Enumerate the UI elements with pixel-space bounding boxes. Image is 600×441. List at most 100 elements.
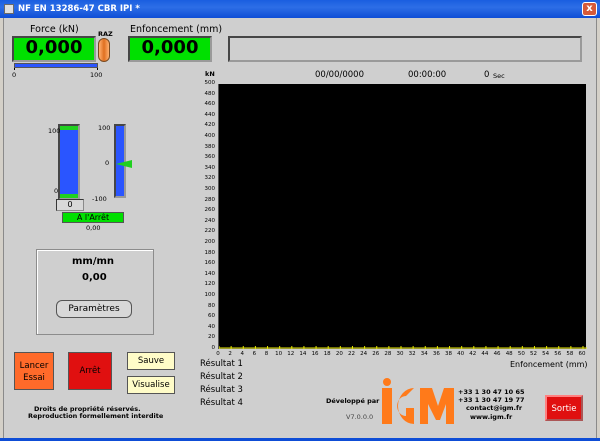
x-tick-label: 42 bbox=[469, 351, 477, 357]
plot-y-unit: kN bbox=[205, 70, 215, 78]
save-button[interactable]: Sauve bbox=[127, 352, 175, 370]
gauge-right-pointer[interactable] bbox=[116, 160, 132, 168]
force-display: 0,000 bbox=[12, 36, 96, 62]
state-indicator: A l'Arrêt bbox=[62, 212, 124, 223]
y-tick-label: 100 bbox=[204, 292, 216, 298]
y-tick-label: 160 bbox=[204, 260, 216, 267]
window-title: NF EN 13286-47 CBR IPI * bbox=[18, 4, 140, 14]
gauge-left-cap-bottom bbox=[60, 194, 78, 198]
x-tick-label: 34 bbox=[420, 351, 428, 357]
x-tick-label: 26 bbox=[372, 351, 380, 357]
y-tick-label: 500 bbox=[204, 80, 216, 86]
x-tick-label: 8 bbox=[264, 351, 269, 357]
chart-canvas bbox=[219, 346, 587, 349]
y-tick-label: 80 bbox=[208, 302, 215, 309]
x-tick-label: 60 bbox=[578, 351, 586, 357]
time-readout: 00:00:00 bbox=[408, 70, 447, 80]
y-tick-label: 300 bbox=[204, 186, 216, 192]
y-tick-label: 220 bbox=[204, 228, 216, 235]
x-tick-label: 12 bbox=[287, 351, 295, 357]
y-tick-label: 440 bbox=[204, 111, 216, 118]
y-tick-label: 180 bbox=[204, 249, 216, 256]
start-test-button[interactable]: Lancer Essai bbox=[14, 352, 54, 390]
x-tick-label: 54 bbox=[542, 351, 550, 357]
gauge-right-mid-label: 0 bbox=[105, 159, 110, 167]
y-tick-label: 140 bbox=[204, 270, 216, 277]
x-tick-label: 2 bbox=[228, 351, 232, 357]
y-tick-label: 280 bbox=[204, 196, 216, 203]
seconds-readout: 0 bbox=[484, 70, 490, 80]
visualise-button[interactable]: Visualise bbox=[127, 376, 175, 394]
x-tick-label: 32 bbox=[408, 351, 416, 357]
gauge-right-top-label: 100 bbox=[98, 124, 111, 132]
x-tick-label: 40 bbox=[457, 351, 465, 357]
x-tick-label: 24 bbox=[360, 351, 368, 357]
enfoncement-label: Enfoncement (mm) bbox=[130, 24, 223, 35]
force-label: Force (kN) bbox=[30, 24, 79, 35]
x-tick-label: 38 bbox=[445, 351, 453, 357]
x-tick-label: 48 bbox=[505, 351, 513, 357]
copyright-line2: Reproduction formellement interdite bbox=[28, 412, 164, 420]
version-label: V7.0.0.0 bbox=[346, 413, 374, 421]
x-tick-label: 52 bbox=[529, 351, 537, 357]
x-tick-label: 50 bbox=[517, 351, 525, 357]
y-tick-label: 60 bbox=[208, 313, 215, 320]
x-tick-label: 16 bbox=[311, 351, 319, 357]
gauge-left-bottom-label: 0 bbox=[54, 187, 59, 195]
force-slider-max: 100 bbox=[90, 71, 103, 79]
igm-logo bbox=[380, 378, 456, 426]
gauge-left-top-label: 100 bbox=[48, 127, 61, 135]
seconds-unit: Sec bbox=[493, 72, 505, 80]
developed-by-label: Développé par bbox=[326, 397, 380, 405]
x-tick-label: 4 bbox=[240, 351, 245, 357]
result-1: Résultat 1 bbox=[200, 359, 243, 369]
raz-label: RAZ bbox=[98, 30, 113, 38]
contact-email: contact@igm.fr bbox=[466, 404, 523, 412]
close-button[interactable]: x bbox=[582, 2, 597, 16]
message-field bbox=[228, 36, 582, 62]
x-tick-label: 20 bbox=[335, 351, 343, 357]
phone-2: +33 1 30 47 19 77 bbox=[458, 396, 525, 404]
title-bar: NF EN 13286-47 CBR IPI * x bbox=[0, 0, 600, 18]
parameters-button[interactable]: Paramètres bbox=[56, 300, 132, 318]
y-tick-label: 340 bbox=[204, 164, 216, 171]
speed-value: 0,00 bbox=[82, 272, 107, 283]
gauge-left-value: 0 bbox=[56, 199, 84, 211]
app-icon bbox=[4, 4, 14, 14]
y-tick-label: 360 bbox=[204, 154, 216, 161]
y-tick-label: 460 bbox=[204, 101, 216, 108]
y-tick-label: 120 bbox=[204, 281, 216, 288]
x-tick-label: 58 bbox=[566, 351, 574, 357]
y-tick-label: 320 bbox=[204, 175, 216, 182]
x-tick-label: 46 bbox=[493, 351, 501, 357]
exit-button[interactable]: Sortie bbox=[545, 395, 583, 421]
stop-button[interactable]: Arrêt bbox=[68, 352, 112, 390]
y-tick-label: 420 bbox=[204, 122, 216, 129]
y-tick-label: 260 bbox=[204, 207, 216, 214]
x-tick-label: 0 bbox=[216, 351, 220, 357]
raz-toggle[interactable] bbox=[98, 38, 110, 62]
x-tick-label: 14 bbox=[299, 351, 307, 357]
result-3: Résultat 3 bbox=[200, 385, 243, 395]
x-tick-label: 22 bbox=[347, 351, 355, 357]
x-tick-label: 10 bbox=[275, 351, 283, 357]
x-tick-label: 44 bbox=[481, 351, 489, 357]
y-tick-label: 240 bbox=[204, 217, 216, 224]
gauge-left-cap-top bbox=[60, 126, 78, 130]
y-tick-label: 480 bbox=[204, 90, 216, 97]
y-tick-label: 20 bbox=[208, 334, 215, 341]
x-tick-label: 56 bbox=[554, 351, 562, 357]
x-axis-label: Enfoncement (mm) bbox=[510, 360, 588, 369]
y-tick-label: 380 bbox=[204, 143, 216, 150]
x-tick-label: 36 bbox=[432, 351, 440, 357]
y-tick-label: 40 bbox=[208, 323, 215, 330]
force-slider-scale bbox=[14, 68, 98, 70]
y-tick-label: 200 bbox=[204, 239, 216, 245]
force-slider-min: 0 bbox=[12, 71, 17, 79]
result-2: Résultat 2 bbox=[200, 372, 243, 382]
gauge-left bbox=[58, 124, 80, 200]
y-tick-label: 400 bbox=[204, 133, 216, 139]
date-readout: 00/00/0000 bbox=[315, 70, 364, 80]
gauge-right-bottom-label: -100 bbox=[92, 195, 107, 203]
enfoncement-display: 0,000 bbox=[128, 36, 212, 62]
